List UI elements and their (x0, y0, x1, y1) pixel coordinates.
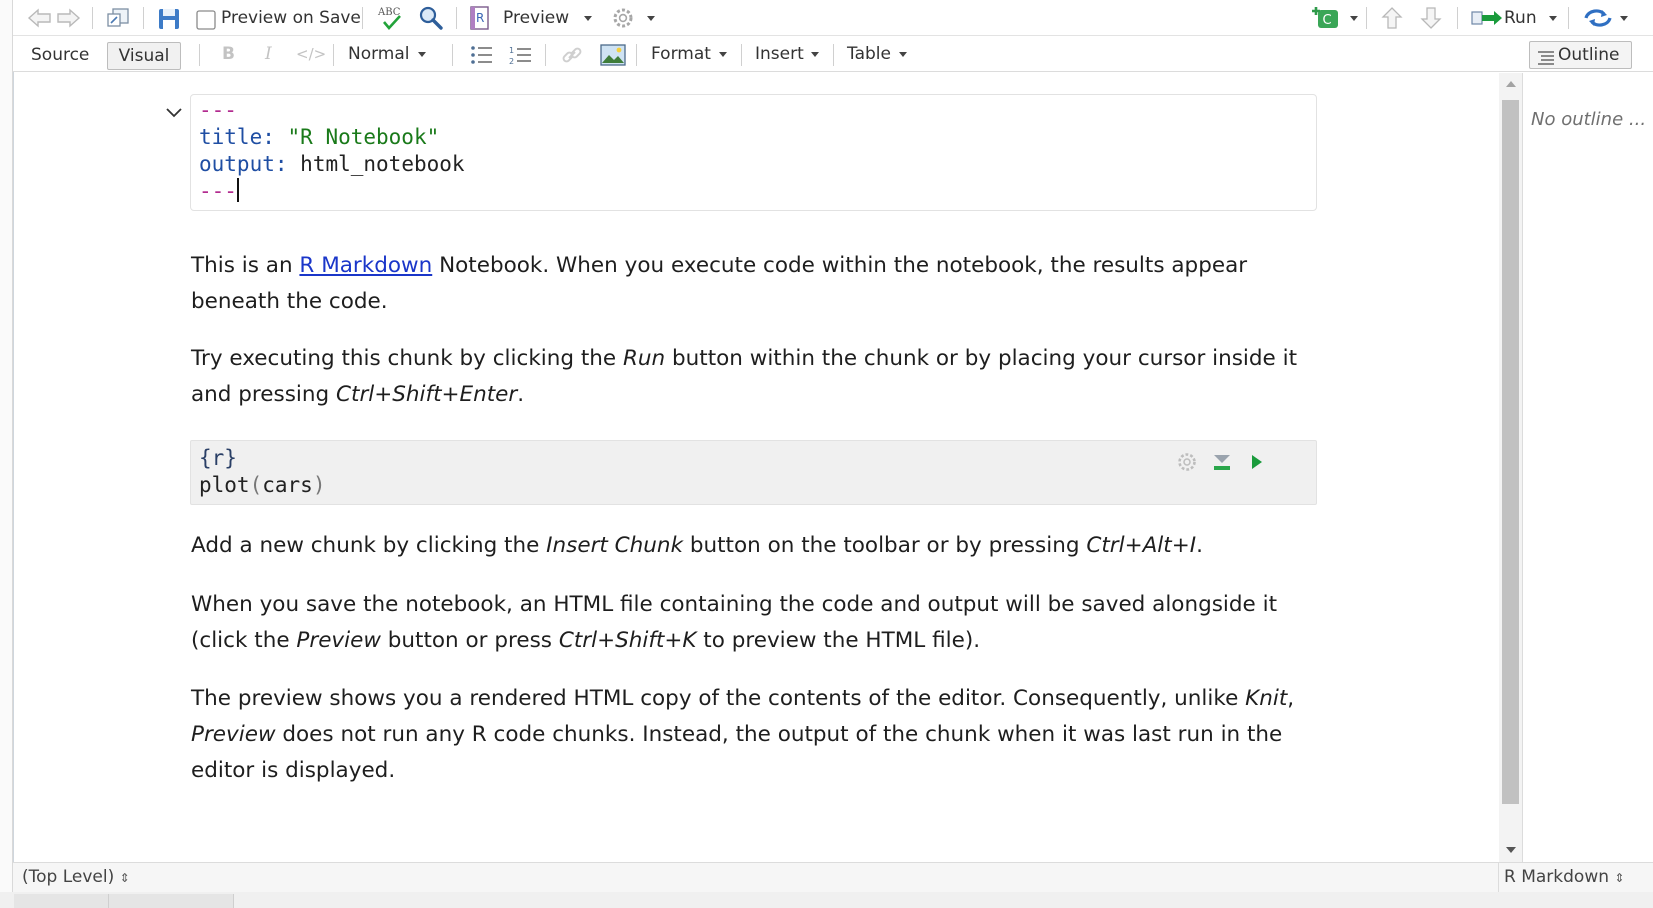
table-menu-caret[interactable] (899, 52, 907, 57)
find-replace-icon[interactable] (418, 5, 444, 31)
left-frame (0, 0, 13, 908)
insert-menu[interactable]: Insert (755, 44, 804, 64)
toolbar-separator (1568, 7, 1569, 29)
editor-left-border (13, 72, 14, 862)
chunk-header: {r} (199, 446, 237, 470)
chunk-code-line: plot(cars) (199, 473, 326, 497)
toolbar-separator (333, 44, 334, 66)
toolbar-separator (1457, 7, 1458, 29)
save-icon[interactable] (157, 7, 181, 31)
scope-updown-icon: ⇕ (119, 871, 130, 885)
toolbar-separator (545, 44, 546, 66)
italic-button[interactable]: I (265, 44, 272, 64)
previous-chunk-icon[interactable] (1381, 6, 1403, 30)
show-in-window-icon[interactable] (104, 6, 132, 30)
collapse-chevron-icon[interactable] (165, 106, 183, 120)
status-divider (1498, 863, 1499, 893)
toolbar-separator (833, 44, 834, 66)
outline-empty-message: No outline ... (1531, 109, 1647, 130)
toolbar-separator (452, 44, 453, 66)
chunk-options-gear-icon[interactable] (1176, 451, 1198, 473)
table-menu[interactable]: Table (847, 44, 891, 64)
run-chunk-play-icon[interactable] (1248, 452, 1266, 472)
yaml-output-line: output: html_notebook (199, 152, 465, 176)
knit-document-icon[interactable]: R (468, 5, 492, 31)
document-mode-label: R Markdown (1504, 867, 1610, 887)
insert-chunk-icon[interactable]: C (1310, 5, 1340, 31)
next-chunk-icon[interactable] (1420, 6, 1442, 30)
svg-text:ABC: ABC (377, 7, 401, 18)
code-button[interactable]: </> (296, 45, 326, 63)
back-arrow-icon[interactable] (27, 8, 53, 28)
toolbar-separator (143, 7, 144, 29)
paragraph-insert-chunk: Add a new chunk by clicking the Insert C… (191, 533, 1203, 558)
outline-button[interactable]: Outline (1529, 41, 1632, 69)
numbered-list-icon[interactable]: 12 (509, 44, 533, 66)
source-mode-button[interactable]: Source (22, 42, 98, 68)
run-arrow-icon[interactable] (1470, 8, 1504, 28)
preview-button[interactable]: Preview (503, 8, 569, 28)
paragraph-style-select[interactable]: Normal (348, 44, 410, 64)
toolbar-separator (92, 7, 93, 29)
scroll-up-arrow-icon[interactable] (1506, 81, 1516, 87)
status-bar: (Top Level) ⇕ R Markdown ⇕ (13, 862, 1653, 893)
r-code-chunk[interactable]: {r} plot(cars) (190, 440, 1317, 505)
settings-dropdown-caret[interactable] (647, 16, 655, 21)
text-cursor (236, 178, 239, 202)
scope-selector[interactable]: (Top Level) ⇕ (22, 867, 130, 887)
bottom-pane-strip (0, 892, 1653, 908)
settings-gear-icon[interactable] (611, 6, 635, 30)
preview-on-save-checkbox[interactable] (196, 10, 216, 30)
insert-menu-caret[interactable] (811, 52, 819, 57)
svg-text:2: 2 (509, 57, 514, 66)
run-dropdown-caret[interactable] (1549, 16, 1557, 21)
toolbar-separator (1366, 7, 1367, 29)
paragraph-style-caret[interactable] (418, 52, 426, 57)
svg-text:C: C (1323, 13, 1332, 28)
scope-label: (Top Level) (22, 867, 115, 887)
yaml-dashes-top: --- (199, 98, 237, 122)
editor-vertical-scrollbar[interactable] (1499, 73, 1522, 862)
preview-dropdown-caret[interactable] (584, 16, 592, 21)
svg-text:1: 1 (509, 46, 514, 55)
bottom-pane-tab[interactable] (109, 894, 234, 908)
outline-pane: No outline ... (1522, 73, 1653, 862)
svg-text:R: R (476, 11, 484, 25)
yaml-dashes-bottom: --- (199, 178, 239, 203)
spell-check-icon[interactable]: ABC (376, 3, 406, 33)
r-markdown-link[interactable]: R Markdown (299, 253, 432, 278)
toolbar-separator (199, 44, 200, 66)
yaml-title-line: title: "R Notebook" (199, 125, 440, 149)
paragraph-run-instructions: Try executing this chunk by clicking the… (191, 346, 1298, 407)
document-mode-selector[interactable]: R Markdown ⇕ (1504, 867, 1624, 887)
format-menu-caret[interactable] (719, 52, 727, 57)
link-icon[interactable] (560, 43, 584, 67)
preview-on-save-label[interactable]: Preview on Save (221, 8, 361, 28)
toolbar-separator (362, 7, 363, 29)
insert-image-icon[interactable] (600, 44, 626, 66)
run-chunks-above-icon[interactable] (1212, 452, 1232, 472)
format-menu[interactable]: Format (651, 44, 711, 64)
yaml-header-block[interactable]: --- title: "R Notebook" output: html_not… (190, 94, 1317, 211)
paragraph-preview-info: The preview shows you a rendered HTML co… (191, 686, 1295, 783)
outline-icon (1537, 48, 1555, 74)
insert-chunk-dropdown-caret[interactable] (1350, 16, 1358, 21)
bullet-list-icon[interactable] (470, 44, 494, 66)
rerun-icon[interactable] (1582, 6, 1614, 30)
forward-arrow-icon[interactable] (55, 8, 81, 28)
toolbar-separator (636, 44, 637, 66)
mode-updown-icon: ⇕ (1614, 871, 1625, 885)
scroll-down-arrow-icon[interactable] (1506, 847, 1516, 853)
outline-button-label: Outline (1558, 45, 1620, 65)
paragraph-save-notebook: When you save the notebook, an HTML file… (191, 592, 1278, 653)
toolbar-separator (456, 7, 457, 29)
rerun-dropdown-caret[interactable] (1620, 16, 1628, 21)
scrollbar-thumb[interactable] (1502, 100, 1519, 804)
paragraph-intro: This is an R Markdown Notebook. When you… (191, 253, 1248, 314)
run-button[interactable]: Run (1504, 8, 1537, 28)
visual-mode-button[interactable]: Visual (107, 42, 181, 70)
bold-button[interactable]: B (222, 44, 235, 64)
bottom-pane-tab[interactable] (14, 894, 109, 908)
toolbar-separator (741, 44, 742, 66)
